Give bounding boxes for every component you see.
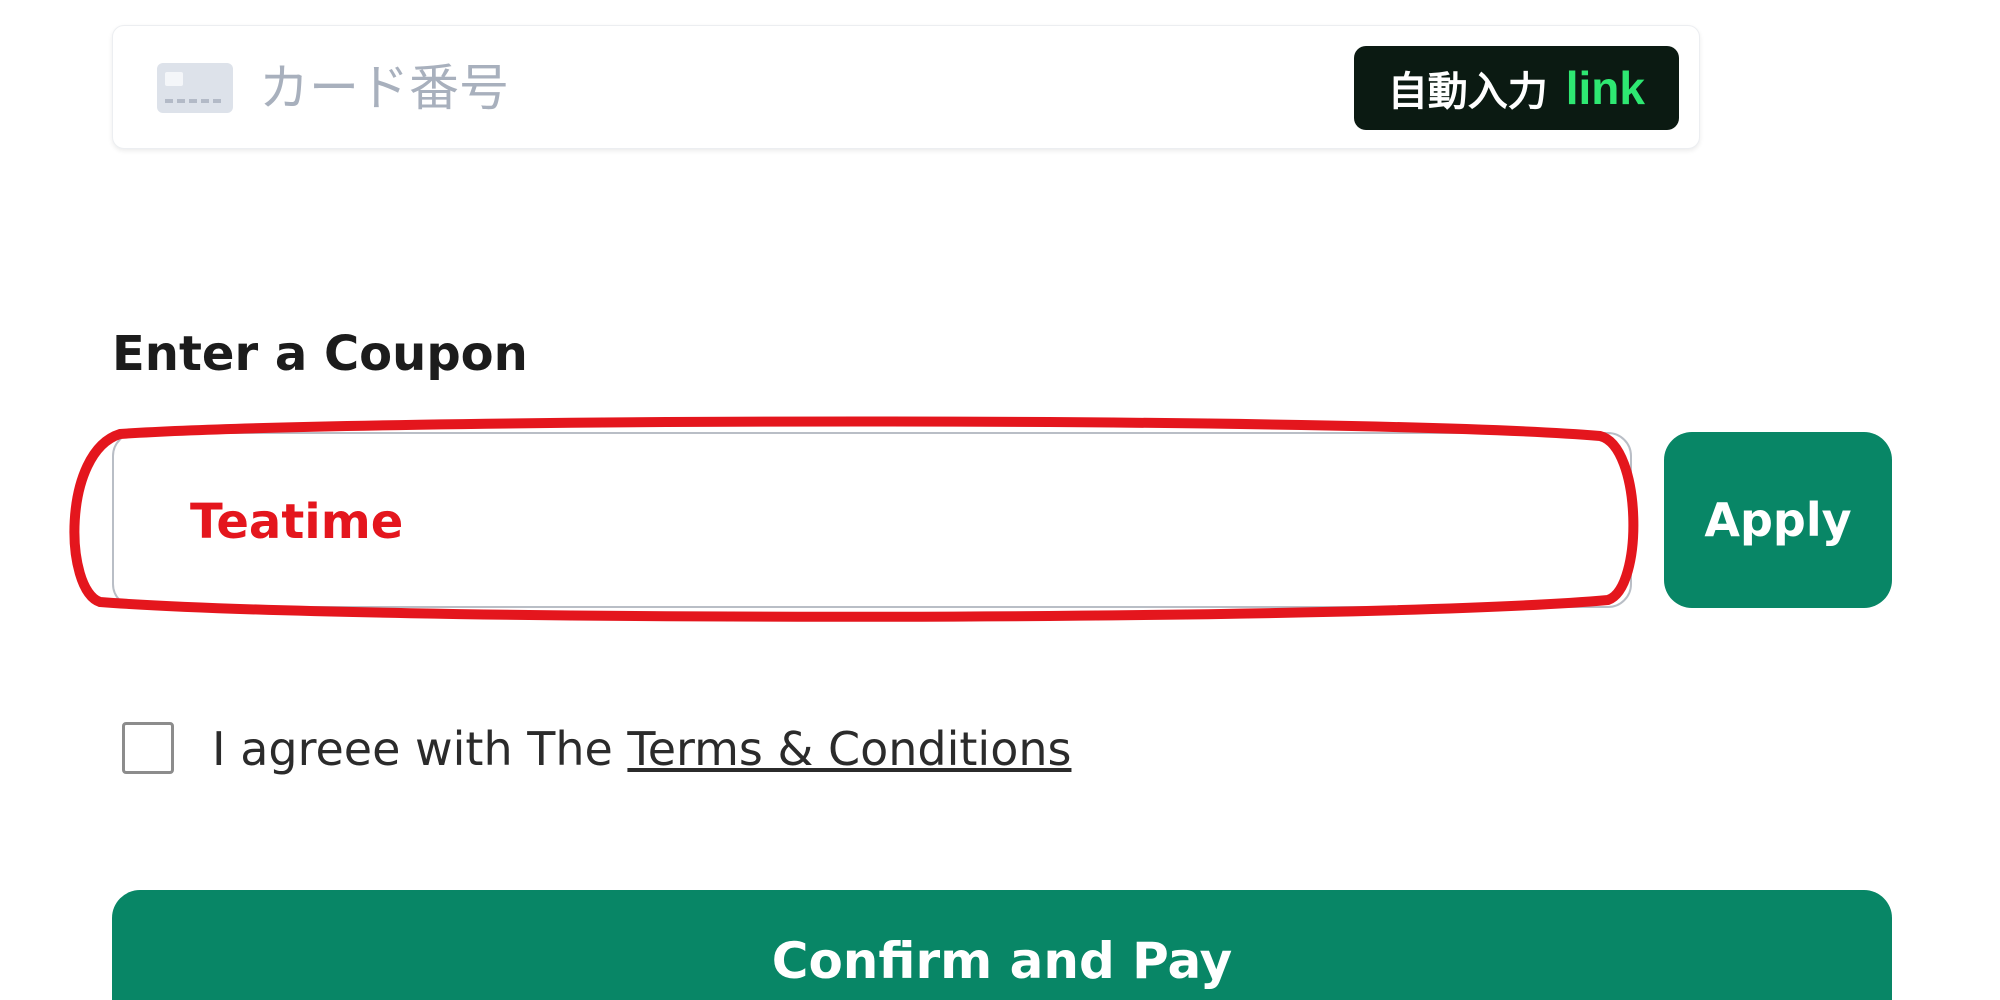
card-chip	[165, 72, 183, 86]
coupon-input-value: Teatime	[190, 494, 404, 550]
credit-card-icon	[157, 63, 233, 113]
coupon-input[interactable]: Teatime	[112, 432, 1632, 608]
coupon-label: Enter a Coupon	[112, 326, 528, 382]
card-number-field[interactable]: カード番号 自動入力 link	[112, 25, 1700, 149]
autofill-label: 自動入力	[1387, 69, 1548, 115]
terms-prefix: I agreee with The	[212, 722, 628, 776]
terms-text: I agreee with The Terms & Conditions	[212, 718, 1071, 780]
payment-form: カード番号 自動入力 link Enter a Coupon Teatime A…	[0, 0, 2000, 1000]
apply-coupon-button[interactable]: Apply	[1664, 432, 1892, 608]
card-digits-mark	[165, 99, 225, 103]
confirm-and-pay-button[interactable]: Confirm and Pay	[112, 890, 1892, 1000]
card-number-placeholder: カード番号	[259, 59, 509, 117]
terms-checkbox[interactable]	[122, 722, 174, 774]
terms-conditions-link[interactable]: Terms & Conditions	[627, 722, 1071, 776]
link-brand-logo: link	[1565, 62, 1645, 114]
link-autofill-button[interactable]: 自動入力 link	[1353, 46, 1679, 130]
